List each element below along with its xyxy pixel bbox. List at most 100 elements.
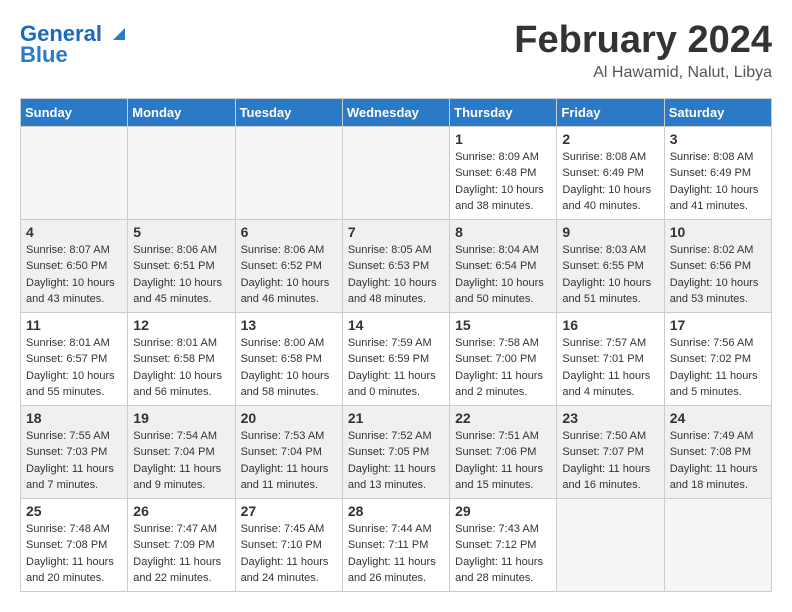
day-number: 25 xyxy=(26,503,122,519)
day-info: Sunrise: 8:06 AM Sunset: 6:51 PM Dayligh… xyxy=(133,242,229,308)
day-info: Sunrise: 8:01 AM Sunset: 6:57 PM Dayligh… xyxy=(26,335,122,401)
calendar-cell: 28 Sunrise: 7:44 AM Sunset: 7:11 PM Dayli… xyxy=(342,498,449,591)
month-title: February 2024 xyxy=(514,20,772,62)
day-number: 3 xyxy=(670,131,766,147)
calendar-cell xyxy=(21,126,128,219)
calendar-week-row: 4Sunrise: 8:07 AM Sunset: 6:50 PM Daylig… xyxy=(21,219,772,312)
page-header: General Blue February 2024 Al Hawamid, N… xyxy=(20,20,772,82)
day-info: Sunrise: 7:44 AM Sunset: 7:11 PM Dayligh… xyxy=(348,521,444,587)
calendar-cell: 2 Sunrise: 8:08 AM Sunset: 6:49 PM Daylig… xyxy=(557,126,664,219)
day-number: 28 xyxy=(348,503,444,519)
calendar-cell xyxy=(342,126,449,219)
day-info: Sunrise: 8:06 AM Sunset: 6:52 PM Dayligh… xyxy=(241,242,337,308)
day-info: Sunrise: 8:01 AM Sunset: 6:58 PM Dayligh… xyxy=(133,335,229,401)
calendar-cell: 3 Sunrise: 8:08 AM Sunset: 6:49 PM Daylig… xyxy=(664,126,771,219)
day-info: Sunrise: 8:08 AM Sunset: 6:49 PM Dayligh… xyxy=(670,149,766,215)
day-number: 10 xyxy=(670,224,766,240)
calendar-cell xyxy=(557,498,664,591)
day-info: Sunrise: 8:09 AM Sunset: 6:48 PM Dayligh… xyxy=(455,149,551,215)
day-number: 16 xyxy=(562,317,658,333)
day-number: 2 xyxy=(562,131,658,147)
day-number: 5 xyxy=(133,224,229,240)
calendar-cell xyxy=(235,126,342,219)
day-number: 14 xyxy=(348,317,444,333)
day-number: 19 xyxy=(133,410,229,426)
col-header-wednesday: Wednesday xyxy=(342,98,449,126)
day-info: Sunrise: 7:45 AM Sunset: 7:10 PM Dayligh… xyxy=(241,521,337,587)
day-info: Sunrise: 7:43 AM Sunset: 7:12 PM Dayligh… xyxy=(455,521,551,587)
day-number: 23 xyxy=(562,410,658,426)
day-info: Sunrise: 7:58 AM Sunset: 7:00 PM Dayligh… xyxy=(455,335,551,401)
calendar-cell: 6 Sunrise: 8:06 AM Sunset: 6:52 PM Daylig… xyxy=(235,219,342,312)
calendar-cell: 26 Sunrise: 7:47 AM Sunset: 7:09 PM Dayli… xyxy=(128,498,235,591)
calendar-cell xyxy=(128,126,235,219)
day-info: Sunrise: 8:05 AM Sunset: 6:53 PM Dayligh… xyxy=(348,242,444,308)
calendar-cell: 17 Sunrise: 7:56 AM Sunset: 7:02 PM Dayli… xyxy=(664,312,771,405)
calendar-cell: 1 Sunrise: 8:09 AM Sunset: 6:48 PM Daylig… xyxy=(450,126,557,219)
day-number: 20 xyxy=(241,410,337,426)
col-header-sunday: Sunday xyxy=(21,98,128,126)
calendar-cell: 12Sunrise: 8:01 AM Sunset: 6:58 PM Dayli… xyxy=(128,312,235,405)
calendar-cell: 5 Sunrise: 8:06 AM Sunset: 6:51 PM Daylig… xyxy=(128,219,235,312)
day-number: 17 xyxy=(670,317,766,333)
calendar-cell: 10Sunrise: 8:02 AM Sunset: 6:56 PM Dayli… xyxy=(664,219,771,312)
day-number: 27 xyxy=(241,503,337,519)
calendar-cell: 24Sunrise: 7:49 AM Sunset: 7:08 PM Dayli… xyxy=(664,405,771,498)
day-number: 6 xyxy=(241,224,337,240)
logo: General Blue xyxy=(20,20,127,67)
day-number: 26 xyxy=(133,503,229,519)
calendar-week-row: 18Sunrise: 7:55 AM Sunset: 7:03 PM Dayli… xyxy=(21,405,772,498)
calendar-cell: 13 Sunrise: 8:00 AM Sunset: 6:58 PM Dayli… xyxy=(235,312,342,405)
day-info: Sunrise: 7:47 AM Sunset: 7:09 PM Dayligh… xyxy=(133,521,229,587)
logo-text-blue: Blue xyxy=(20,43,68,67)
day-info: Sunrise: 7:59 AM Sunset: 6:59 PM Dayligh… xyxy=(348,335,444,401)
calendar-week-row: 11 Sunrise: 8:01 AM Sunset: 6:57 PM Dayli… xyxy=(21,312,772,405)
day-info: Sunrise: 7:56 AM Sunset: 7:02 PM Dayligh… xyxy=(670,335,766,401)
calendar-cell: 7 Sunrise: 8:05 AM Sunset: 6:53 PM Daylig… xyxy=(342,219,449,312)
day-number: 11 xyxy=(26,317,122,333)
calendar-cell: 27 Sunrise: 7:45 AM Sunset: 7:10 PM Dayli… xyxy=(235,498,342,591)
calendar-cell: 22 Sunrise: 7:51 AM Sunset: 7:06 PM Dayli… xyxy=(450,405,557,498)
calendar-cell: 18Sunrise: 7:55 AM Sunset: 7:03 PM Dayli… xyxy=(21,405,128,498)
day-info: Sunrise: 7:55 AM Sunset: 7:03 PM Dayligh… xyxy=(26,428,122,494)
calendar-cell: 23 Sunrise: 7:50 AM Sunset: 7:07 PM Dayli… xyxy=(557,405,664,498)
day-number: 7 xyxy=(348,224,444,240)
calendar-cell: 8Sunrise: 8:04 AM Sunset: 6:54 PM Daylig… xyxy=(450,219,557,312)
day-info: Sunrise: 7:57 AM Sunset: 7:01 PM Dayligh… xyxy=(562,335,658,401)
day-info: Sunrise: 7:50 AM Sunset: 7:07 PM Dayligh… xyxy=(562,428,658,494)
col-header-friday: Friday xyxy=(557,98,664,126)
day-info: Sunrise: 8:03 AM Sunset: 6:55 PM Dayligh… xyxy=(562,242,658,308)
calendar-cell: 9 Sunrise: 8:03 AM Sunset: 6:55 PM Daylig… xyxy=(557,219,664,312)
calendar-cell: 19Sunrise: 7:54 AM Sunset: 7:04 PM Dayli… xyxy=(128,405,235,498)
day-number: 9 xyxy=(562,224,658,240)
day-number: 21 xyxy=(348,410,444,426)
col-header-saturday: Saturday xyxy=(664,98,771,126)
col-header-monday: Monday xyxy=(128,98,235,126)
day-info: Sunrise: 7:51 AM Sunset: 7:06 PM Dayligh… xyxy=(455,428,551,494)
calendar-cell: 4Sunrise: 8:07 AM Sunset: 6:50 PM Daylig… xyxy=(21,219,128,312)
day-number: 29 xyxy=(455,503,551,519)
day-number: 1 xyxy=(455,131,551,147)
location-text: Al Hawamid, Nalut, Libya xyxy=(514,64,772,82)
title-area: February 2024 Al Hawamid, Nalut, Libya xyxy=(514,20,772,82)
calendar-table: SundayMondayTuesdayWednesdayThursdayFrid… xyxy=(20,98,772,592)
day-number: 8 xyxy=(455,224,551,240)
calendar-cell: 29 Sunrise: 7:43 AM Sunset: 7:12 PM Dayli… xyxy=(450,498,557,591)
day-info: Sunrise: 8:08 AM Sunset: 6:49 PM Dayligh… xyxy=(562,149,658,215)
calendar-cell xyxy=(664,498,771,591)
day-info: Sunrise: 7:49 AM Sunset: 7:08 PM Dayligh… xyxy=(670,428,766,494)
day-number: 15 xyxy=(455,317,551,333)
day-number: 13 xyxy=(241,317,337,333)
calendar-cell: 15 Sunrise: 7:58 AM Sunset: 7:00 PM Dayli… xyxy=(450,312,557,405)
col-header-thursday: Thursday xyxy=(450,98,557,126)
calendar-week-row: 1 Sunrise: 8:09 AM Sunset: 6:48 PM Daylig… xyxy=(21,126,772,219)
day-info: Sunrise: 8:00 AM Sunset: 6:58 PM Dayligh… xyxy=(241,335,337,401)
col-header-tuesday: Tuesday xyxy=(235,98,342,126)
logo-bird-icon xyxy=(105,22,127,44)
calendar-cell: 11 Sunrise: 8:01 AM Sunset: 6:57 PM Dayli… xyxy=(21,312,128,405)
day-number: 22 xyxy=(455,410,551,426)
calendar-cell: 21Sunrise: 7:52 AM Sunset: 7:05 PM Dayli… xyxy=(342,405,449,498)
calendar-cell: 14 Sunrise: 7:59 AM Sunset: 6:59 PM Dayli… xyxy=(342,312,449,405)
day-number: 4 xyxy=(26,224,122,240)
calendar-cell: 25Sunrise: 7:48 AM Sunset: 7:08 PM Dayli… xyxy=(21,498,128,591)
